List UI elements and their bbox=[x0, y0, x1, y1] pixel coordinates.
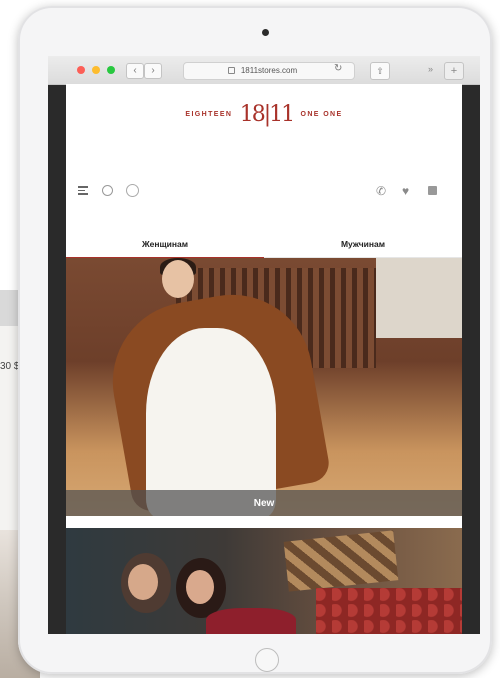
menu-icon[interactable] bbox=[78, 184, 88, 197]
close-window-button[interactable] bbox=[77, 66, 85, 74]
maximize-window-button[interactable] bbox=[107, 66, 115, 74]
home-button[interactable] bbox=[255, 648, 279, 672]
web-page: EIGHTEEN 18|11 ONE ONE ✆ ♥ Женщинам Мужч… bbox=[66, 84, 462, 634]
whatsapp-icon[interactable] bbox=[126, 184, 139, 197]
lock-icon bbox=[228, 67, 235, 74]
hero-image-couple[interactable] bbox=[66, 528, 462, 634]
woman-face bbox=[186, 570, 214, 604]
model-face bbox=[162, 260, 194, 298]
logo-text-left: EIGHTEEN bbox=[185, 111, 233, 118]
cart-icon[interactable] bbox=[428, 186, 437, 195]
man-face bbox=[128, 564, 158, 600]
address-bar[interactable]: 1811stores.com bbox=[183, 62, 355, 80]
reload-icon[interactable]: ↻ bbox=[334, 63, 342, 74]
header-icons: ✆ ♥ bbox=[66, 184, 462, 200]
red-outfit bbox=[206, 608, 296, 634]
logo-text-right: ONE ONE bbox=[300, 111, 343, 118]
wall bbox=[376, 258, 462, 338]
new-tab-button[interactable]: + bbox=[444, 62, 464, 80]
camera-icon bbox=[262, 29, 269, 36]
share-button[interactable]: ⇧ bbox=[370, 62, 390, 80]
new-collection-banner[interactable]: New bbox=[66, 490, 462, 516]
forward-button[interactable]: › bbox=[144, 63, 162, 79]
phone-icon[interactable]: ✆ bbox=[376, 184, 386, 198]
red-sofa bbox=[316, 588, 462, 634]
search-icon[interactable] bbox=[102, 185, 113, 196]
tablet-screen: ‹ › 1811stores.com ↻ ⇧ » + EIGHTEEN 18|1… bbox=[48, 56, 480, 634]
gender-tabs: Женщинам Мужчинам bbox=[66, 232, 462, 259]
hero-image-new[interactable]: New bbox=[66, 258, 462, 516]
back-button[interactable]: ‹ bbox=[126, 63, 144, 79]
white-dress bbox=[146, 328, 276, 516]
browser-toolbar: ‹ › 1811stores.com ↻ ⇧ » + bbox=[48, 56, 480, 85]
tablet-frame: ‹ › 1811stores.com ↻ ⇧ » + EIGHTEEN 18|1… bbox=[18, 6, 492, 674]
more-tabs-icon[interactable]: » bbox=[428, 64, 433, 74]
background-price-text: 30 $ bbox=[0, 361, 20, 372]
tab-men[interactable]: Мужчинам bbox=[264, 232, 462, 258]
chessboard bbox=[283, 530, 399, 592]
site-logo[interactable]: EIGHTEEN 18|11 ONE ONE bbox=[66, 102, 462, 127]
logo-mark: 18|11 bbox=[239, 102, 295, 127]
minimize-window-button[interactable] bbox=[92, 66, 100, 74]
heart-icon[interactable]: ♥ bbox=[402, 184, 409, 198]
tab-women[interactable]: Женщинам bbox=[66, 232, 264, 259]
